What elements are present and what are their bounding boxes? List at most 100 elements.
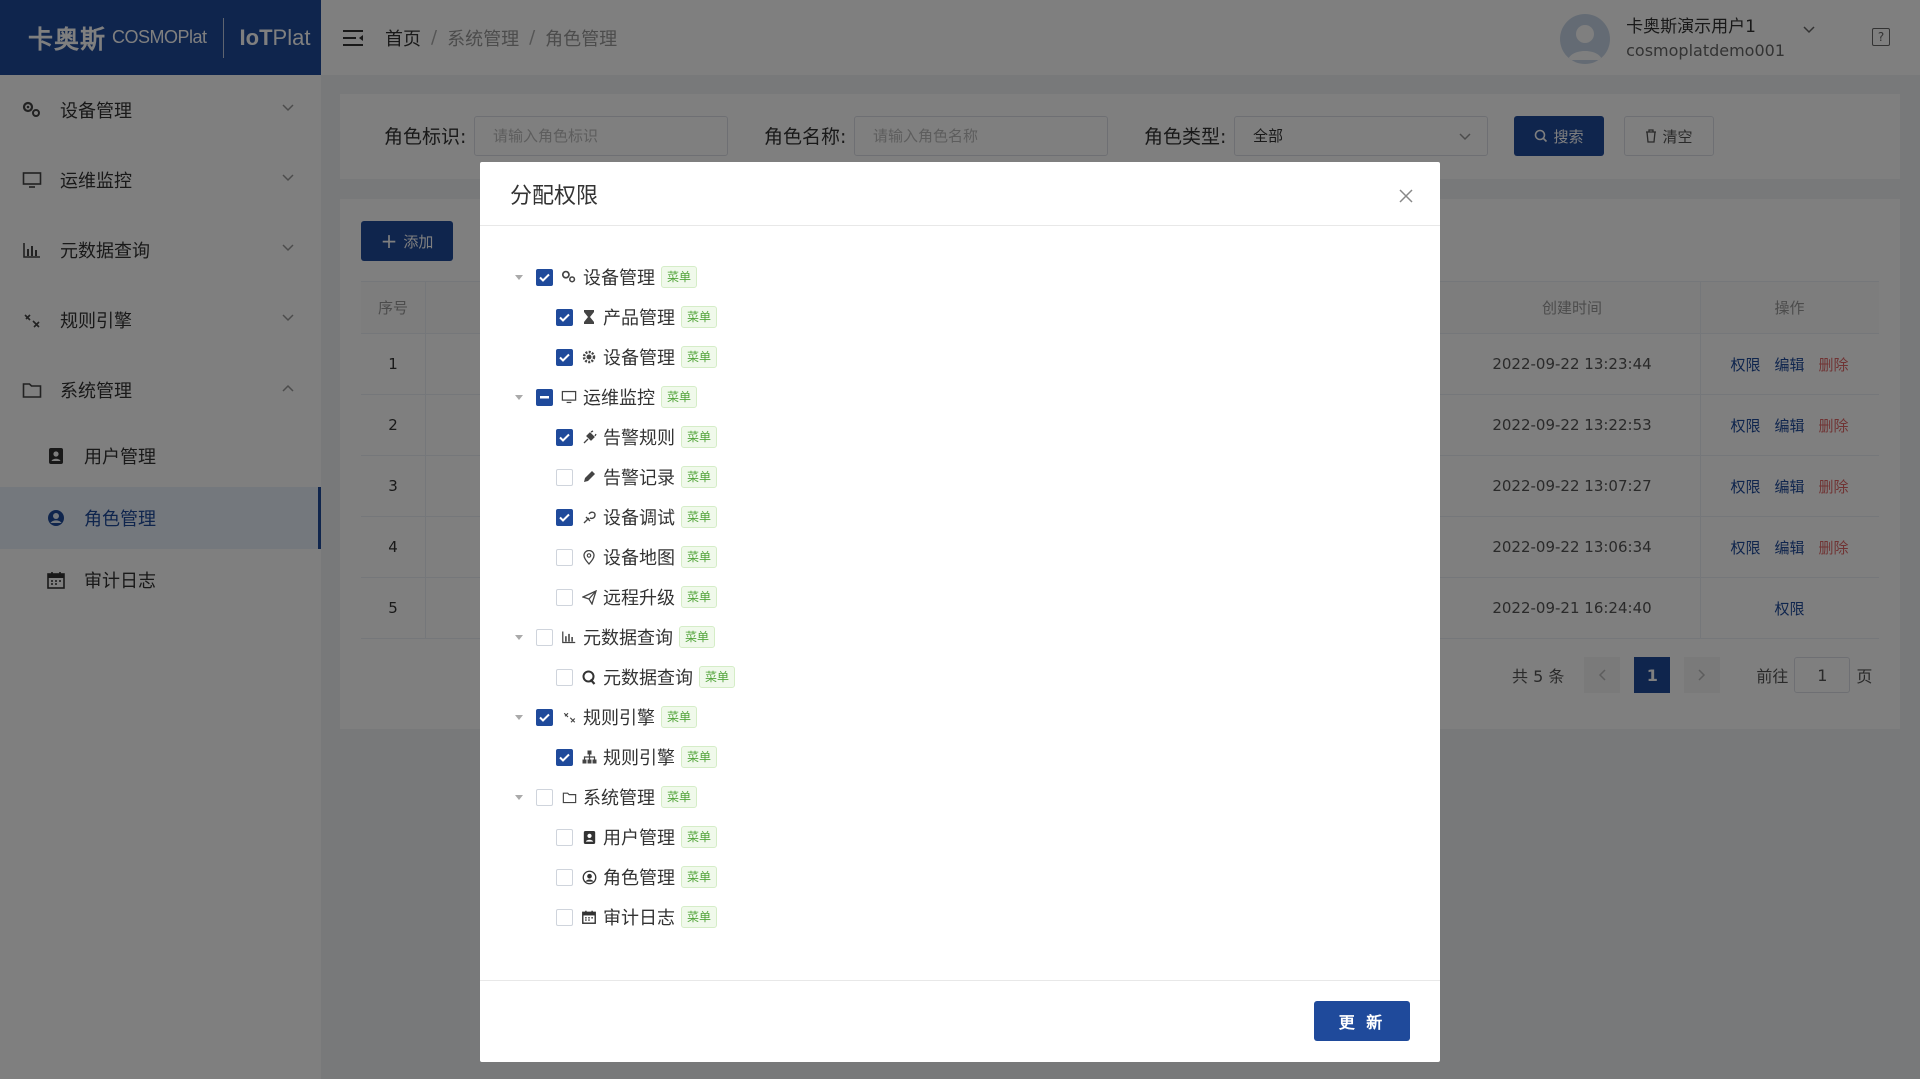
caret-down-icon[interactable] xyxy=(514,392,524,402)
user-circle-icon xyxy=(581,869,597,885)
tree-checkbox[interactable] xyxy=(556,748,573,766)
caret-down-icon[interactable] xyxy=(514,272,524,282)
tree-checkbox[interactable] xyxy=(536,788,553,806)
tree-node-child[interactable]: 产品管理 菜单 xyxy=(556,304,718,330)
caret-down-icon[interactable] xyxy=(514,632,524,642)
tree-node-child[interactable]: 用户管理 菜单 xyxy=(556,824,718,850)
tree-node-child[interactable]: 设备地图 菜单 xyxy=(556,544,718,570)
tree-checkbox[interactable] xyxy=(556,468,573,486)
tree-checkbox[interactable] xyxy=(556,668,573,686)
link-icon xyxy=(561,709,577,725)
menu-type-tag: 菜单 xyxy=(661,706,698,728)
close-icon[interactable] xyxy=(1398,188,1414,204)
tree-node-child[interactable]: 规则引擎 菜单 xyxy=(556,744,718,770)
menu-type-tag: 菜单 xyxy=(681,906,718,928)
menu-type-tag: 菜单 xyxy=(681,546,718,568)
menu-type-tag: 菜单 xyxy=(681,346,718,368)
checkmark-icon xyxy=(559,433,570,442)
tree-node-child[interactable]: 告警规则 菜单 xyxy=(556,424,718,450)
tree-node-child[interactable]: 元数据查询 菜单 xyxy=(556,664,736,690)
tree-checkbox[interactable] xyxy=(536,628,553,646)
dialog-title: 分配权限 xyxy=(510,184,599,209)
menu-type-tag: 菜单 xyxy=(681,866,718,888)
tree-checkbox[interactable] xyxy=(556,828,573,846)
checkmark-icon xyxy=(559,313,570,322)
tree-node-parent[interactable]: 运维监控 菜单 xyxy=(514,384,698,410)
menu-type-tag: 菜单 xyxy=(681,306,718,328)
tree-checkbox[interactable] xyxy=(536,388,553,406)
sitemap-icon xyxy=(581,749,597,765)
assign-permission-dialog: 分配权限 设备管理 菜单 产品管理 菜单 设备管理 菜单 运维监控 菜单 告警规则 菜单 告警记录菜… xyxy=(480,162,1440,1062)
send-icon xyxy=(581,589,597,605)
tree-checkbox[interactable] xyxy=(556,348,573,366)
tree-node-child[interactable]: 远程升级 菜单 xyxy=(556,584,718,610)
menu-type-tag: 菜单 xyxy=(681,746,718,768)
tree-checkbox[interactable] xyxy=(536,708,553,726)
checkmark-icon xyxy=(559,753,570,762)
tree-checkbox[interactable] xyxy=(556,428,573,446)
tree-node-label: 设备管理 xyxy=(583,268,655,289)
folder-icon xyxy=(561,789,577,805)
tree-node-child[interactable]: 设备调试 菜单 xyxy=(556,504,718,530)
checkmark-icon xyxy=(559,353,570,362)
tree-node-parent[interactable]: 设备管理 菜单 xyxy=(514,264,698,290)
menu-type-tag: 菜单 xyxy=(681,466,718,488)
tree-node-parent[interactable]: 规则引擎 菜单 xyxy=(514,704,698,730)
menu-type-tag: 菜单 xyxy=(661,266,698,288)
tree-checkbox[interactable] xyxy=(556,868,573,886)
tree-node-child[interactable]: 角色管理 菜单 xyxy=(556,864,718,890)
pencil-icon xyxy=(581,469,597,485)
tree-checkbox[interactable] xyxy=(556,308,573,326)
monitor-icon xyxy=(561,389,577,405)
tree-node-label: 规则引擎 xyxy=(583,708,655,729)
search-q-icon xyxy=(581,669,597,685)
plug-icon xyxy=(581,429,597,445)
hourglass-icon xyxy=(581,309,597,325)
tree-node-parent[interactable]: 系统管理 菜单 xyxy=(514,784,698,810)
tree-checkbox[interactable] xyxy=(556,508,573,526)
tree-node-child[interactable]: 审计日志 菜单 xyxy=(556,904,718,930)
tree-node-label: 远程升级 xyxy=(603,588,675,609)
menu-type-tag: 菜单 xyxy=(699,666,736,688)
gear-icon xyxy=(581,349,597,365)
tree-node-label: 告警规则 xyxy=(603,428,675,449)
tree-checkbox[interactable] xyxy=(556,588,573,606)
caret-down-icon[interactable] xyxy=(514,712,524,722)
menu-type-tag: 菜单 xyxy=(681,506,718,528)
tree-node-label: 元数据查询 xyxy=(583,628,673,649)
checkmark-icon xyxy=(559,513,570,522)
tree-node-label: 规则引擎 xyxy=(603,748,675,769)
dialog-header: 分配权限 xyxy=(480,162,1440,226)
tree-node-label: 用户管理 xyxy=(603,828,675,849)
calendar-icon xyxy=(581,909,597,925)
tree-checkbox[interactable] xyxy=(536,268,553,286)
permission-tree: 设备管理 菜单 产品管理 菜单 设备管理 菜单 运维监控 菜单 告警规则 菜单 告警记录 菜单 设备调试… xyxy=(480,226,1440,944)
tree-node-child[interactable]: 设备管理 菜单 xyxy=(556,344,718,370)
tree-node-child[interactable]: 告警记录 菜单 xyxy=(556,464,718,490)
tree-node-label: 设备地图 xyxy=(603,548,675,569)
tree-node-label: 系统管理 xyxy=(583,788,655,809)
menu-type-tag: 菜单 xyxy=(679,626,716,648)
tree-node-label: 产品管理 xyxy=(603,308,675,329)
indeterminate-icon xyxy=(540,395,549,398)
tree-node-parent[interactable]: 元数据查询 菜单 xyxy=(514,624,716,650)
tree-checkbox[interactable] xyxy=(556,548,573,566)
tree-node-label: 运维监控 xyxy=(583,388,655,409)
tree-node-label: 审计日志 xyxy=(603,908,675,929)
tree-checkbox[interactable] xyxy=(556,908,573,926)
tree-node-label: 角色管理 xyxy=(603,868,675,889)
tree-node-label: 设备管理 xyxy=(603,348,675,369)
update-button[interactable]: 更 新 xyxy=(1314,1001,1410,1041)
caret-down-icon[interactable] xyxy=(514,792,524,802)
checkmark-icon xyxy=(539,273,550,282)
tree-node-label: 元数据查询 xyxy=(603,668,693,689)
bar-chart-icon xyxy=(561,629,577,645)
contact-book-icon xyxy=(581,829,597,845)
map-pin-icon xyxy=(581,549,597,565)
checkmark-icon xyxy=(539,713,550,722)
menu-type-tag: 菜单 xyxy=(681,426,718,448)
tree-node-label: 设备调试 xyxy=(603,508,675,529)
debug-icon xyxy=(581,509,597,525)
menu-type-tag: 菜单 xyxy=(681,826,718,848)
menu-type-tag: 菜单 xyxy=(661,786,698,808)
